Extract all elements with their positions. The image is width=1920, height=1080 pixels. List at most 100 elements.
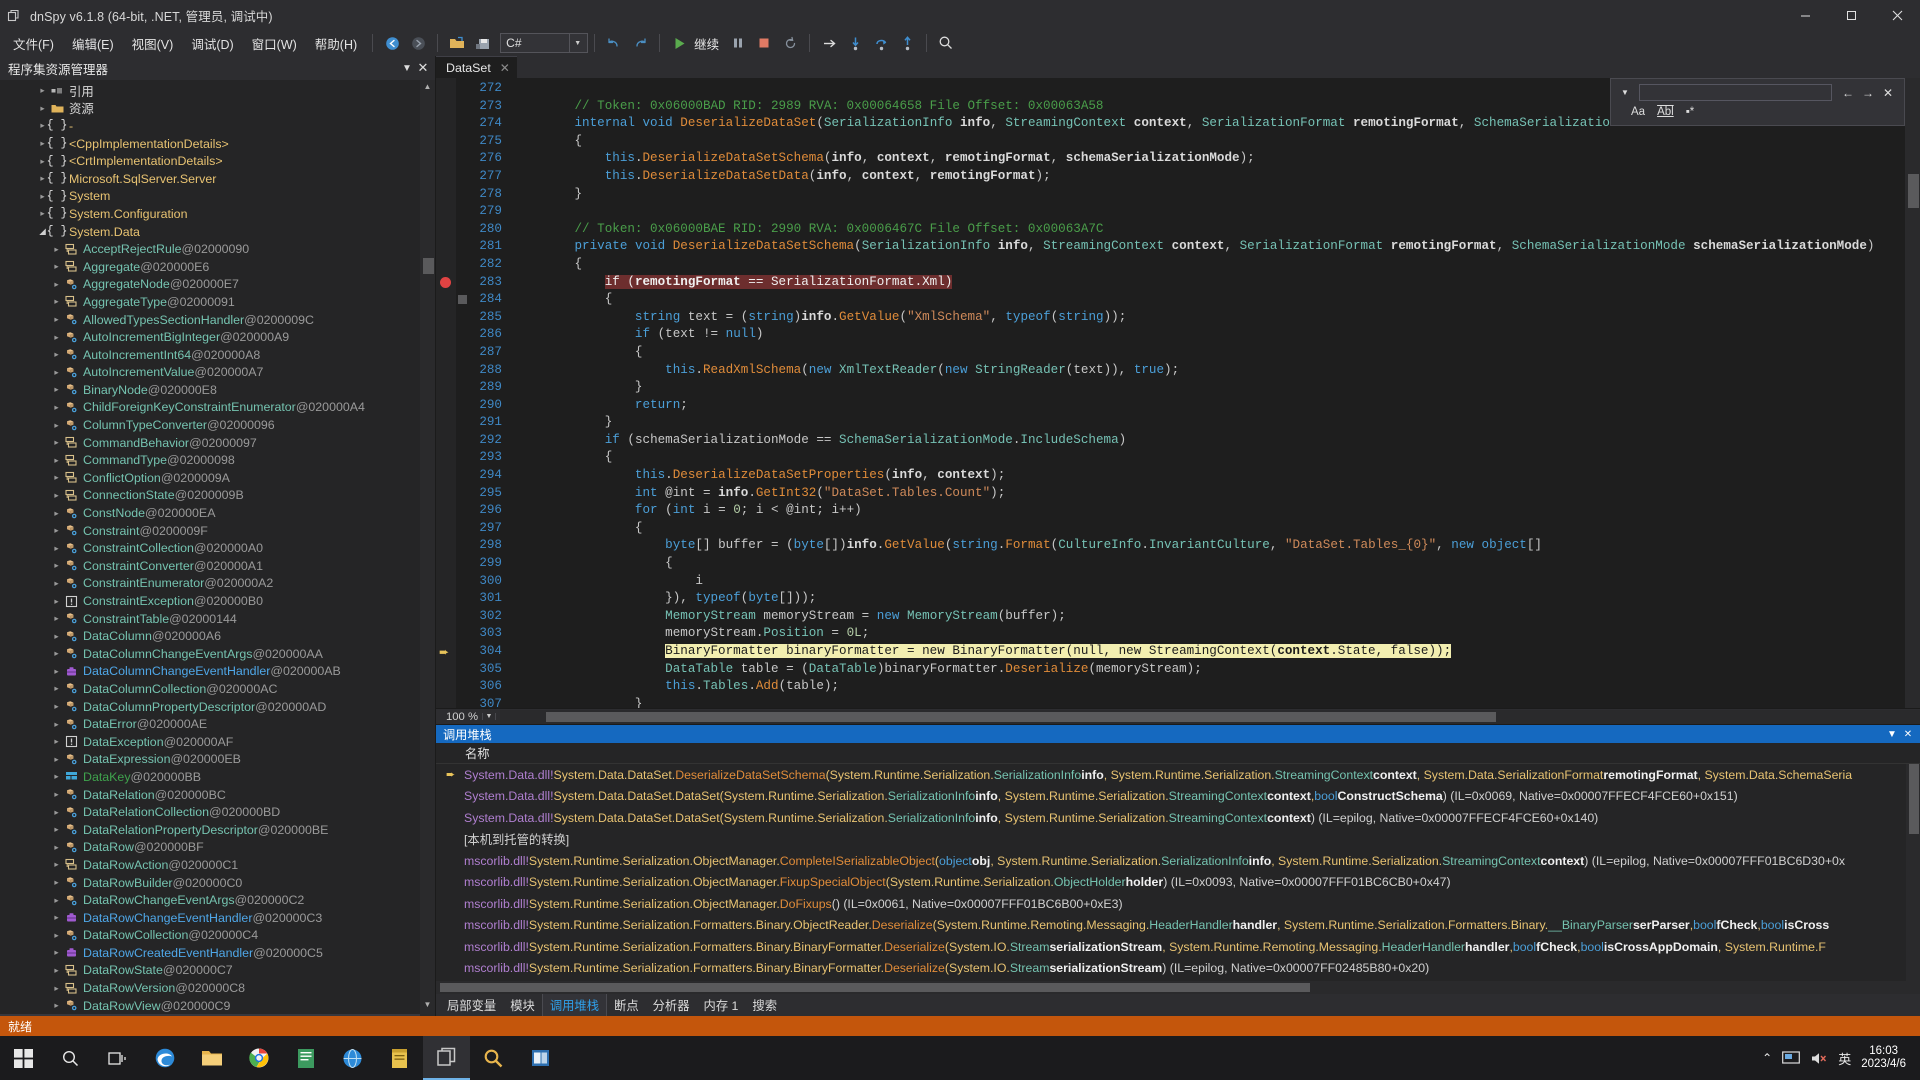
- search-icon[interactable]: [934, 32, 958, 54]
- expander-closed-icon[interactable]: ▸: [50, 349, 63, 360]
- language-combo[interactable]: C# ▼: [500, 33, 589, 53]
- tree-node-constnode[interactable]: ▸ ConstNode @020000EA: [0, 504, 435, 522]
- code-line[interactable]: 286 if (text != null): [470, 326, 1920, 344]
- tab-close-icon[interactable]: ✕: [500, 61, 510, 75]
- tray-volume-icon[interactable]: [1810, 1051, 1828, 1066]
- expander-closed-icon[interactable]: ▸: [50, 296, 63, 307]
- editor-scroll-thumb[interactable]: [1908, 174, 1919, 208]
- code-lines[interactable]: 272 273 // Token: 0x06000BAD RID: 2989 RV…: [470, 78, 1920, 708]
- tree-node-constraintenumerator[interactable]: ▸ ConstraintEnumerator @020000A2: [0, 575, 435, 593]
- find-panel[interactable]: ▼ ← → ✕ Aa Abl ▪*: [1610, 78, 1905, 126]
- assembly-tree[interactable]: ▸ 引用 ▸ 资源 ▸{ } - ▸{ } <CppImplementationDetails…: [0, 80, 435, 1016]
- tree-node-system-configuration[interactable]: ▸{ } System.Configuration: [0, 205, 435, 223]
- chrome-icon[interactable]: [235, 1036, 282, 1080]
- match-word-icon[interactable]: Abl: [1657, 106, 1674, 118]
- code-line[interactable]: 306 this.Tables.Add(table);: [470, 678, 1920, 696]
- code-line[interactable]: 280 // Token: 0x06000BAE RID: 2990 RVA: …: [470, 221, 1920, 239]
- tree-node-dataset[interactable]: ▸DataSet @020000CB: [0, 1014, 435, 1016]
- expander-closed-icon[interactable]: ▸: [50, 895, 63, 906]
- open-file-icon[interactable]: [445, 32, 469, 54]
- dnspy-taskbar-icon[interactable]: [423, 1036, 470, 1080]
- expander-closed-icon[interactable]: ▸: [50, 314, 63, 325]
- expander-closed-icon[interactable]: ▸: [50, 877, 63, 888]
- callstack-row[interactable]: mscorlib.dll! System.Runtime.Serializatio…: [436, 936, 1920, 958]
- expander-closed-icon[interactable]: ▸: [50, 859, 63, 870]
- step-into-icon[interactable]: [817, 32, 841, 54]
- expander-closed-icon[interactable]: ▸: [50, 279, 63, 290]
- callstack-hscroll-thumb[interactable]: [440, 983, 1310, 992]
- code-line[interactable]: 287 {: [470, 344, 1920, 362]
- start-button[interactable]: [0, 1036, 47, 1080]
- callstack-close-icon[interactable]: ✕: [1900, 729, 1916, 740]
- tree-node-conflictoption[interactable]: ▸ ConflictOption @0200009A: [0, 469, 435, 487]
- tree-node-acceptrejectrule[interactable]: ▸ AcceptRejectRule @02000090: [0, 240, 435, 258]
- expander-closed-icon[interactable]: ▸: [50, 543, 63, 554]
- pause-icon[interactable]: [726, 32, 750, 54]
- tree-node-allowedtypessectionhandler[interactable]: ▸ AllowedTypesSectionHandler @0200009C: [0, 311, 435, 329]
- maximize-button[interactable]: [1828, 0, 1874, 30]
- code-line[interactable]: 292 if (schemaSerializationMode == Schem…: [470, 432, 1920, 450]
- edge-icon[interactable]: [141, 1036, 188, 1080]
- tree-node-autoincrementbiginteger[interactable]: ▸ AutoIncrementBigInteger @020000A9: [0, 328, 435, 346]
- stop-icon[interactable]: [752, 32, 776, 54]
- code-line[interactable]: 301 }), typeof(byte[]));: [470, 590, 1920, 608]
- tree-node-system[interactable]: ▸{ } System: [0, 188, 435, 206]
- menu-view[interactable]: 视图(V): [123, 31, 183, 56]
- chevron-down-icon[interactable]: ▼: [1617, 88, 1633, 97]
- tree-node-constraintexception[interactable]: ▸ ConstraintException @020000B0: [0, 592, 435, 610]
- bottom-tab-5[interactable]: 内存 1: [697, 994, 746, 1016]
- expander-closed-icon[interactable]: ▸: [36, 85, 49, 96]
- tree-node-binarynode[interactable]: ▸ BinaryNode @020000E8: [0, 381, 435, 399]
- callstack-row[interactable]: mscorlib.dll! System.Runtime.Serializatio…: [436, 915, 1920, 937]
- fold-marker[interactable]: [458, 295, 467, 305]
- tree-node-constrainttable[interactable]: ▸ ConstraintTable @02000144: [0, 610, 435, 628]
- tree-node-constraintconverter[interactable]: ▸ ConstraintConverter @020000A1: [0, 557, 435, 575]
- scroll-up-arrow[interactable]: ▲: [421, 82, 434, 96]
- editor-horizontal-scrollbar[interactable]: [500, 709, 1920, 724]
- tree-node-datarowcreatedeventhandler[interactable]: ▸ DataRowCreatedEventHandler @020000C5: [0, 944, 435, 962]
- tree-node-dataexpression[interactable]: ▸ DataExpression @020000EB: [0, 751, 435, 769]
- expander-closed-icon[interactable]: ▸: [50, 367, 63, 378]
- expander-closed-icon[interactable]: ▸: [50, 244, 63, 255]
- expander-closed-icon[interactable]: ▸: [50, 666, 63, 677]
- find-input[interactable]: [1639, 84, 1832, 101]
- expander-closed-icon[interactable]: ▸: [50, 402, 63, 413]
- panel-close-icon[interactable]: ✕: [415, 60, 431, 76]
- expander-closed-icon[interactable]: ▸: [50, 701, 63, 712]
- zoom-dropdown-icon[interactable]: ▼: [482, 713, 496, 720]
- code-line[interactable]: 298 byte[] buffer = (byte[])info.GetValu…: [470, 537, 1920, 555]
- tree-node-datarowaction[interactable]: ▸ DataRowAction @020000C1: [0, 856, 435, 874]
- code-line[interactable]: 304 BinaryFormatter binaryFormatter = ne…: [470, 643, 1920, 661]
- file-explorer-icon[interactable]: [188, 1036, 235, 1080]
- code-line[interactable]: 278 }: [470, 186, 1920, 204]
- menu-debug[interactable]: 调试(D): [182, 31, 242, 56]
- ime-indicator[interactable]: 英: [1838, 1049, 1851, 1068]
- breakpoint-marker[interactable]: [440, 276, 451, 288]
- menu-edit[interactable]: 编辑(E): [63, 31, 123, 56]
- taskbar-clock[interactable]: 16:03 2023/4/6: [1861, 1045, 1916, 1071]
- expander-closed-icon[interactable]: ▸: [50, 648, 63, 659]
- scroll-down-arrow[interactable]: ▼: [421, 1000, 434, 1014]
- bottom-tab-2[interactable]: 调用堆栈: [541, 993, 608, 1017]
- code-line[interactable]: 282 {: [470, 256, 1920, 274]
- tree-node-microsoft-sqlserver-server[interactable]: ▸{ } Microsoft.SqlServer.Server: [0, 170, 435, 188]
- editor-hscroll-thumb[interactable]: [546, 711, 1496, 722]
- code-line[interactable]: 296 for (int i = 0; i < @int; i++): [470, 502, 1920, 520]
- bottom-tab-0[interactable]: 局部变量: [440, 994, 503, 1016]
- redo-icon[interactable]: [628, 32, 652, 54]
- callstack-row[interactable]: mscorlib.dll! System.Runtime.Serializatio…: [436, 958, 1920, 980]
- expander-closed-icon[interactable]: ▸: [50, 560, 63, 571]
- minimize-button[interactable]: [1782, 0, 1828, 30]
- expander-closed-icon[interactable]: ▸: [50, 613, 63, 624]
- tree-node-datarowview[interactable]: ▸ DataRowView @020000C9: [0, 997, 435, 1015]
- tree-node-crtimplementationdetails[interactable]: ▸{ } <CrtImplementationDetails>: [0, 152, 435, 170]
- save-all-icon[interactable]: [471, 32, 495, 54]
- tree-node-columntypeconverter[interactable]: ▸ ColumnTypeConverter @02000096: [0, 416, 435, 434]
- expander-closed-icon[interactable]: ▸: [50, 789, 63, 800]
- tree-node-datarowbuilder[interactable]: ▸ DataRowBuilder @020000C0: [0, 874, 435, 892]
- code-line[interactable]: 284 {: [470, 291, 1920, 309]
- code-line[interactable]: 303 memoryStream.Position = 0L;: [470, 625, 1920, 643]
- fold-gutter[interactable]: [456, 78, 470, 708]
- tree-node-datarowcollection[interactable]: ▸ DataRowCollection @020000C4: [0, 927, 435, 945]
- tab-dataset[interactable]: DataSet ✕: [436, 56, 517, 78]
